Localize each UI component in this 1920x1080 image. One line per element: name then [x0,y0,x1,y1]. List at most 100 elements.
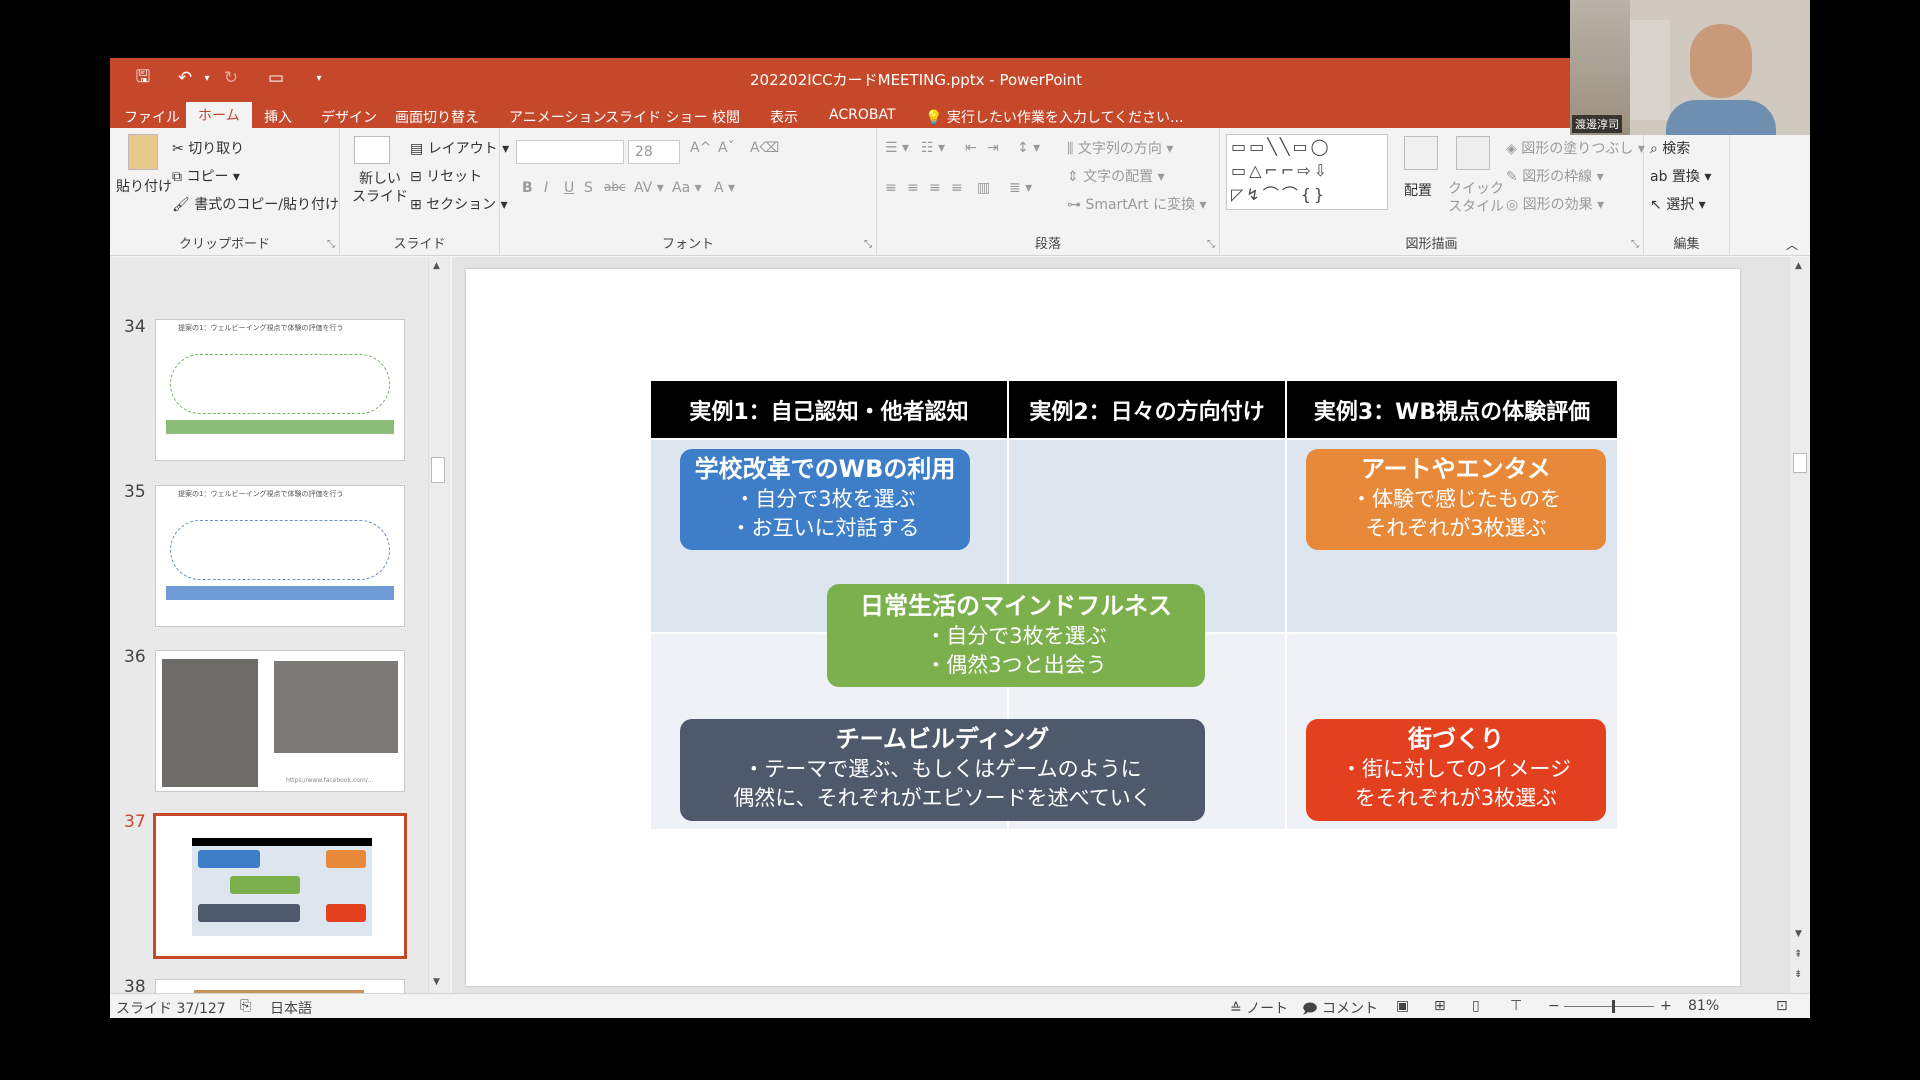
slide-sorter-icon[interactable]: ⊞ [1434,998,1446,1014]
shapes-gallery[interactable]: ▭▭╲╲▭◯ ▭△⌐⌐⇨⇩ ◸↯⌒⌒{} [1226,134,1388,210]
zoom-slider-thumb[interactable] [1612,1000,1615,1013]
thumbnail-scrollbar[interactable]: ▲ ▼ [428,257,448,993]
arrange-button[interactable]: 配置 [1404,180,1432,200]
font-grow-icon[interactable]: A^ [690,140,711,156]
reading-view-icon[interactable]: ▯ [1472,998,1480,1014]
tell-me-search[interactable]: 💡 実行したい作業を入力してください... [925,107,1183,127]
strikethrough-icon[interactable]: abc [604,180,626,194]
distributed-icon[interactable]: ≣ ▾ [1009,180,1032,196]
clear-format-icon[interactable]: A⌫ [750,140,779,156]
scroll-thumb[interactable] [1793,453,1807,473]
card-mindfulness[interactable]: 日常生活のマインドフルネス ・自分で3枚を選ぶ ・偶然3つと出会う [827,584,1205,687]
slide-thumbnail-35[interactable]: 提案の1：ウェルビーイング視点で体験の評価を行う [155,485,405,627]
change-case-icon[interactable]: Aa ▾ [672,180,702,196]
collapse-ribbon-icon[interactable]: ︿ [1786,236,1798,253]
find-button[interactable]: ⌕ 検索 [1650,138,1690,158]
editor-scrollbar[interactable]: ▲ ▼ ⇞ ⇟ [1790,257,1810,993]
bold-icon[interactable]: B [522,180,533,196]
select-button[interactable]: ↖ 選択 ▾ [1650,194,1706,214]
card-art-entertainment[interactable]: アートやエンタメ ・体験で感じたものを それぞれが3枚選ぶ [1306,449,1606,550]
undo-dropdown-icon[interactable]: ▾ [194,66,220,90]
notes-button[interactable]: ≙ ノート [1230,998,1288,1018]
comments-button[interactable]: 🗩 コメント [1302,998,1378,1018]
slide-thumbnail-37[interactable] [153,813,407,959]
card-town-planning[interactable]: 街づくり ・街に対してのイメージ をそれぞれが3枚選ぶ [1306,719,1606,821]
tab-home[interactable]: ホーム [186,102,252,128]
tab-insert[interactable]: 挿入 [252,104,304,128]
slide-canvas[interactable]: 実例1：自己認知・他者認知 実例2：日々の方向付け 実例3：WB視点の体験評価 … [466,269,1740,986]
save-icon[interactable]: 🖫 [130,66,156,90]
redo-icon[interactable]: ↻ [218,66,244,90]
italic-icon[interactable]: I [544,180,548,196]
dialog-launcher-icon[interactable]: ⤡ [327,239,335,250]
new-slide-icon[interactable] [354,136,390,164]
arrange-icon[interactable] [1404,136,1438,170]
bullets-icon[interactable]: ☰ ▾ [885,140,909,156]
line-spacing-icon[interactable]: ↕ ▾ [1017,140,1040,156]
shape-fill-button[interactable]: ◈ 図形の塗りつぶし ▾ [1506,138,1645,158]
font-launcher-icon[interactable]: ⤡ [864,239,872,250]
cut-button[interactable]: ✂ 切り取り [172,138,244,158]
reset-button[interactable]: ⊟ リセット [410,166,482,186]
language-indicator[interactable]: 日本語 [270,998,312,1018]
shadow-icon[interactable]: S [584,180,593,196]
scroll-down-icon[interactable]: ▼ [433,977,440,987]
paragraph-launcher-icon[interactable]: ⤡ [1207,239,1215,250]
fit-to-window-icon[interactable]: ⊡ [1776,998,1788,1014]
paste-button[interactable]: 貼り付け [116,176,172,196]
align-right-icon[interactable]: ≡ [929,180,941,196]
section-button[interactable]: ⊞ セクション ▾ [410,194,508,214]
decrease-indent-icon[interactable]: ⇤ [965,140,977,156]
normal-view-icon[interactable]: ▣ [1396,998,1409,1014]
underline-icon[interactable]: U [564,180,574,196]
tab-file[interactable]: ファイル [112,104,192,128]
slideshow-icon[interactable]: ▭ [263,66,289,90]
tab-review[interactable]: 校閲 [700,104,752,128]
shape-effects-button[interactable]: ◎ 図形の効果 ▾ [1506,194,1604,214]
zoom-out-icon[interactable]: − [1548,998,1560,1014]
copy-button[interactable]: ⧉ コピー ▾ [172,166,240,186]
quick-styles-button[interactable]: クイック スタイル [1448,180,1504,216]
paste-icon[interactable] [128,134,158,170]
quick-styles-icon[interactable] [1456,136,1490,170]
shape-outline-button[interactable]: ✎ 図形の枠線 ▾ [1506,166,1604,186]
next-slide-icon[interactable]: ⇟ [1794,969,1802,980]
previous-slide-icon[interactable]: ⇞ [1794,949,1802,960]
tab-design[interactable]: デザイン [309,104,389,128]
font-shrink-icon[interactable]: Aˇ [718,140,735,156]
tab-acrobat[interactable]: ACROBAT [817,104,908,128]
font-size-field[interactable]: 28 [628,140,680,164]
align-center-icon[interactable]: ≡ [907,180,919,196]
align-text-button[interactable]: ⇕ 文字の配置 ▾ [1067,166,1165,186]
increase-indent-icon[interactable]: ⇥ [987,140,999,156]
smartart-button[interactable]: ⊶ SmartArt に変換 ▾ [1067,194,1207,214]
justify-icon[interactable]: ≡ [951,180,963,196]
slideshow-view-icon[interactable]: ⊤ [1510,998,1522,1014]
spellcheck-icon[interactable]: ⎘ [240,998,251,1014]
font-color-icon[interactable]: A ▾ [714,180,735,196]
zoom-slider[interactable] [1564,1000,1654,1013]
card-team-building[interactable]: チームビルディング ・テーマで選ぶ、もしくはゲームのように 偶然に、それぞれがエ… [680,719,1205,821]
slide-thumbnail-34[interactable]: 提案の1：ウェルビーイング視点で体験の評価を行う [155,319,405,461]
text-direction-button[interactable]: ⫼ 文字列の方向 ▾ [1067,138,1173,158]
drawing-launcher-icon[interactable]: ⤡ [1631,239,1639,250]
format-painter-button[interactable]: 🖌 書式のコピー/貼り付け [172,194,339,214]
font-name-field[interactable] [516,140,624,164]
zoom-in-icon[interactable]: + [1660,998,1672,1014]
slide-thumbnail-38[interactable] [155,979,405,993]
card-school-reform[interactable]: 学校改革でのWBの利用 ・自分で3枚を選ぶ ・お互いに対話する [680,449,970,550]
scroll-thumb[interactable] [431,457,445,483]
tab-transitions[interactable]: 画面切り替え [383,104,491,128]
scroll-down-icon[interactable]: ▼ [1795,929,1802,939]
align-left-icon[interactable]: ≡ [885,180,897,196]
customize-toolbar-icon[interactable]: ▾ [306,66,332,90]
slide-thumbnail-36[interactable]: https://www.facebook.com/... [155,650,405,792]
zoom-level[interactable]: 81% [1688,998,1719,1014]
char-spacing-icon[interactable]: AV ▾ [634,180,664,196]
scroll-up-icon[interactable]: ▲ [433,261,440,271]
columns-icon[interactable]: ▥ [977,180,990,196]
tab-view[interactable]: 表示 [758,104,810,128]
layout-button[interactable]: ▤ レイアウト ▾ [410,138,509,158]
scroll-up-icon[interactable]: ▲ [1795,261,1802,271]
replace-button[interactable]: ab 置換 ▾ [1650,166,1711,186]
